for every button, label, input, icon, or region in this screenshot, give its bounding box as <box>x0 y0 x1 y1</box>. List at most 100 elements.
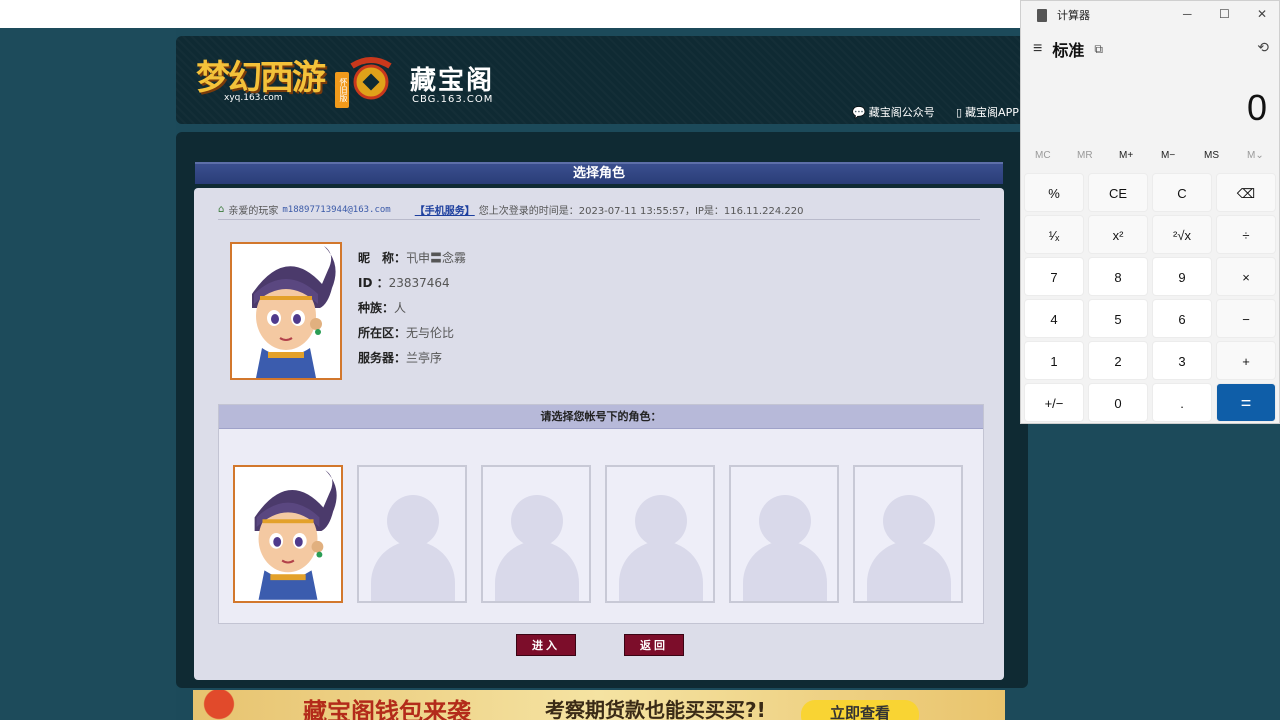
digit-2-key[interactable]: 2 <box>1088 341 1148 380</box>
memory-list-button[interactable]: M⌄ <box>1247 150 1264 161</box>
phone-icon: ▯ <box>956 105 963 119</box>
calculator-titlebar: 计算器 <box>1021 1 1279 29</box>
calculator-title: 计算器 <box>1057 10 1090 22</box>
server-value: 兰亭序 <box>406 351 443 365</box>
zone-value: 无与伦比 <box>406 326 455 340</box>
calculator-mode-bar: ≡ 标准 ⧉ <box>1033 37 1103 61</box>
page-background <box>0 28 176 720</box>
role-info: 昵 称： 卂申〓念霧 ID ： 23837464 种族：人 所在区： 无与伦比 服务器… <box>358 246 466 371</box>
digit-8-key[interactable]: 8 <box>1088 257 1148 296</box>
placeholder-body <box>867 541 951 601</box>
home-icon: ⌂ <box>218 204 225 215</box>
server-row: 服务器： 兰亭序 <box>358 346 466 371</box>
clear-key[interactable]: C <box>1152 173 1212 212</box>
wechat-icon: 💬 <box>852 105 866 119</box>
add-key[interactable]: + <box>1216 341 1276 380</box>
calculator-display: 0 <box>1246 87 1267 128</box>
memory-recall-button[interactable]: MR <box>1077 150 1093 161</box>
digit-7-key[interactable]: 7 <box>1024 257 1084 296</box>
subtract-key[interactable]: − <box>1216 299 1276 338</box>
race-value: 人 <box>394 301 407 315</box>
role-avatar <box>230 242 342 380</box>
zone-label: 所在区： <box>358 326 407 340</box>
app-link-label: 藏宝阁APP <box>965 106 1019 119</box>
game-logo[interactable]: 梦幻西游 xyq.163.com 怀旧版 <box>196 50 349 108</box>
sqrt-key[interactable]: ²√x <box>1152 215 1212 254</box>
placeholder-avatar-icon <box>387 495 439 547</box>
calculator-mode-name: 标准 <box>1052 43 1085 60</box>
memory-add-button[interactable]: M+ <box>1119 150 1133 161</box>
promo-banner[interactable]: 藏宝阁钱包来袭 考察期货款也能买买买?! 立即查看 <box>193 690 1005 720</box>
history-icon[interactable]: ⟲ <box>1257 39 1269 56</box>
id-row: ID ： 23837464 <box>358 271 466 296</box>
game-logo-text: 梦幻西游 <box>196 58 326 98</box>
wechat-account-link[interactable]: 💬 藏宝阁公众号 <box>852 104 935 120</box>
memory-subtract-button[interactable]: M− <box>1161 150 1175 161</box>
game-logo-url: xyq.163.com <box>224 93 283 103</box>
role-slot-1[interactable] <box>233 465 343 603</box>
menu-icon[interactable]: ≡ <box>1033 40 1042 58</box>
digit-9-key[interactable]: 9 <box>1152 257 1212 296</box>
site-header: 梦幻西游 xyq.163.com 怀旧版 藏宝阁 CBG.163.COM 💬 藏… <box>176 36 1028 124</box>
calculator-app-icon <box>1037 8 1047 22</box>
role-slot-empty[interactable] <box>853 465 963 603</box>
character-portrait <box>232 244 340 378</box>
cbg-coin-icon <box>350 57 392 100</box>
cbg-logo[interactable]: 藏宝阁 CBG.163.COM <box>338 50 498 110</box>
backspace-key[interactable]: ⌫ <box>1216 173 1276 212</box>
banner-headline: 藏宝阁钱包来袭 <box>303 698 471 720</box>
percent-key[interactable]: % <box>1024 173 1084 212</box>
placeholder-body <box>371 541 455 601</box>
welcome-prefix: 亲爱的玩家 <box>228 206 279 217</box>
banner-subline: 考察期货款也能买买买?! <box>545 698 766 720</box>
account-name: m18897713944@163.com <box>282 204 391 215</box>
square-key[interactable]: x² <box>1088 215 1148 254</box>
multiply-key[interactable]: × <box>1216 257 1276 296</box>
maximize-icon[interactable]: ☐ <box>1219 7 1230 21</box>
negate-key[interactable]: +/− <box>1024 383 1084 422</box>
digit-0-key[interactable]: 0 <box>1088 383 1148 422</box>
minimize-icon[interactable]: ─ <box>1183 7 1192 21</box>
role-slot-empty[interactable] <box>729 465 839 603</box>
race-row: 种族：人 <box>358 296 466 321</box>
mobile-service-link[interactable]: 【手机服务】 <box>415 202 475 217</box>
placeholder-avatar-icon <box>883 495 935 547</box>
digit-4-key[interactable]: 4 <box>1024 299 1084 338</box>
cbg-title: 藏宝阁 <box>410 66 495 96</box>
nickname-value: 卂申〓念霧 <box>406 251 467 265</box>
role-slot-empty[interactable] <box>605 465 715 603</box>
nickname-label: 昵 称： <box>358 251 407 265</box>
digit-5-key[interactable]: 5 <box>1088 299 1148 338</box>
reciprocal-key[interactable]: ¹⁄ₓ <box>1024 215 1084 254</box>
placeholder-body <box>619 541 703 601</box>
clear-entry-key[interactable]: CE <box>1088 173 1148 212</box>
server-label: 服务器： <box>358 351 407 365</box>
divide-key[interactable]: ÷ <box>1216 215 1276 254</box>
keep-on-top-icon[interactable]: ⧉ <box>1094 42 1103 57</box>
welcome-line: ⌂ 亲爱的玩家 m18897713944@163.com 【手机服务】 您上次登… <box>218 200 980 220</box>
banner-cta-button[interactable]: 立即查看 <box>801 700 919 720</box>
app-link[interactable]: ▯ 藏宝阁APP <box>956 104 1019 120</box>
mascot-image <box>201 690 261 720</box>
main-frame: 选择角色 ⌂ 亲爱的玩家 m18897713944@163.com 【手机服务】… <box>176 132 1028 688</box>
decimal-key[interactable]: . <box>1152 383 1212 422</box>
chooser-heading: 请选择您帐号下的角色： <box>219 405 983 429</box>
role-slot-empty[interactable] <box>357 465 467 603</box>
digit-1-key[interactable]: 1 <box>1024 341 1084 380</box>
zone-row: 所在区： 无与伦比 <box>358 321 466 346</box>
memory-clear-button[interactable]: MC <box>1035 150 1051 161</box>
wechat-link-label: 藏宝阁公众号 <box>868 106 935 119</box>
role-slot-empty[interactable] <box>481 465 591 603</box>
race-label: 种族： <box>358 301 395 315</box>
digit-6-key[interactable]: 6 <box>1152 299 1212 338</box>
close-icon[interactable]: ✕ <box>1257 7 1267 21</box>
role-chooser: 请选择您帐号下的角色： <box>218 404 984 624</box>
memory-store-button[interactable]: MS <box>1204 150 1219 161</box>
calculator-window: 计算器 ─ ☐ ✕ ≡ 标准 ⧉ ⟲ 0 MC MR M+ M− MS M⌄ %… <box>1020 0 1280 424</box>
back-button[interactable]: 返回 <box>624 634 684 656</box>
placeholder-avatar-icon <box>511 495 563 547</box>
enter-button[interactable]: 进入 <box>516 634 576 656</box>
equals-key[interactable]: = <box>1216 383 1276 422</box>
nickname-row: 昵 称： 卂申〓念霧 <box>358 246 466 271</box>
digit-3-key[interactable]: 3 <box>1152 341 1212 380</box>
